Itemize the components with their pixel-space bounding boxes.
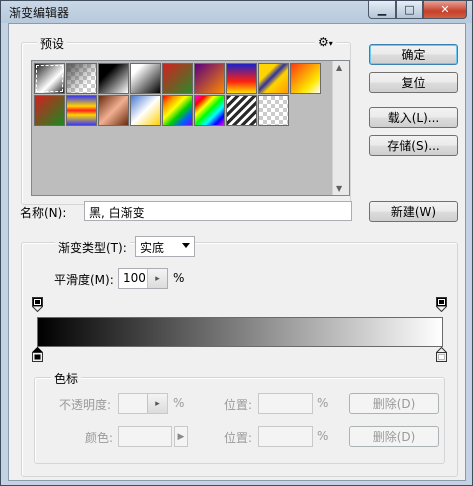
opacity-stop-left[interactable] xyxy=(32,297,43,312)
new-button[interactable]: 新建(W) xyxy=(369,201,458,222)
smoothness-input[interactable]: 100 ▸ xyxy=(118,268,168,289)
gradient-type-select[interactable]: 实底 xyxy=(135,236,195,257)
delete-opacity-stop-button[interactable]: 删除(D) xyxy=(349,393,439,414)
arrow-right-icon: ▸ xyxy=(155,273,160,284)
preset-swatch[interactable] xyxy=(194,95,225,126)
gradient-type-label: 渐变类型(T): xyxy=(55,239,130,256)
presets-scrollbar[interactable]: ▲ ▼ xyxy=(332,61,349,195)
title-bar[interactable]: 渐变编辑器 ▁ □ ✕ xyxy=(1,1,472,23)
preset-swatch[interactable] xyxy=(290,63,321,94)
preset-swatch[interactable] xyxy=(194,63,225,94)
gear-icon: ⚙ xyxy=(318,35,329,49)
opacity-unit: % xyxy=(173,396,185,410)
preset-swatch[interactable] xyxy=(130,95,161,126)
reset-button[interactable]: 复位 xyxy=(369,72,458,93)
smoothness-label: 平滑度(M): xyxy=(54,273,114,287)
menu-arrow-icon: ▾ xyxy=(328,39,333,48)
opacity-position-label: 位置: xyxy=(224,398,253,412)
presets-menu-button[interactable]: ⚙▾ xyxy=(315,35,336,49)
delete-color-stop-button[interactable]: 删除(D) xyxy=(349,426,439,447)
color-position-unit: % xyxy=(317,429,329,443)
opacity-input[interactable]: ▸ xyxy=(118,393,168,414)
preset-swatch[interactable] xyxy=(34,63,65,94)
ok-button[interactable]: 确定 xyxy=(369,44,458,65)
color-menu-button[interactable]: ▶ xyxy=(174,426,188,447)
smoothness-value: 100 xyxy=(123,271,146,285)
opacity-position-unit: % xyxy=(317,396,329,410)
scroll-down-icon[interactable]: ▼ xyxy=(336,184,342,193)
opacity-label: 不透明度: xyxy=(59,398,112,412)
load-button[interactable]: 载入(L)... xyxy=(369,107,458,128)
smoothness-unit: % xyxy=(173,271,185,285)
preset-swatch[interactable] xyxy=(66,95,97,126)
opacity-slider-button[interactable]: ▸ xyxy=(147,394,167,413)
arrow-right-icon: ▶ xyxy=(177,431,185,442)
save-button[interactable]: 存储(S)... xyxy=(369,135,458,156)
color-label: 颜色: xyxy=(85,431,114,445)
minimize-button[interactable]: ▁ xyxy=(368,1,396,19)
preset-swatch[interactable] xyxy=(162,63,193,94)
preset-swatch[interactable] xyxy=(98,95,129,126)
preset-swatch[interactable] xyxy=(258,63,289,94)
arrow-right-icon: ▸ xyxy=(155,398,160,409)
smoothness-slider-button[interactable]: ▸ xyxy=(147,269,167,288)
opacity-stop-right[interactable] xyxy=(436,297,447,312)
color-position-label: 位置: xyxy=(224,431,253,445)
stops-group-frame xyxy=(34,377,445,464)
color-swatch-field[interactable] xyxy=(118,426,172,447)
scroll-up-icon[interactable]: ▲ xyxy=(336,63,342,72)
minimize-icon: ▁ xyxy=(377,3,387,16)
name-label: 名称(N): xyxy=(20,206,67,220)
color-stop-right[interactable] xyxy=(436,347,447,362)
presets-list[interactable]: ▲ ▼ xyxy=(31,60,350,196)
preset-swatch[interactable] xyxy=(258,95,289,126)
color-stop-left[interactable] xyxy=(32,347,43,362)
presets-label: 预设 xyxy=(37,35,68,52)
maximize-button[interactable]: □ xyxy=(396,1,423,19)
preset-swatch[interactable] xyxy=(130,63,161,94)
close-button[interactable]: ✕ xyxy=(423,1,467,19)
dialog-body: 预设 ⚙▾ ▲ ▼ 确定 复位 载入(L)... 存储(S)... 名称(N):… xyxy=(8,23,466,481)
close-icon: ✕ xyxy=(440,3,450,16)
maximize-icon: □ xyxy=(404,3,415,16)
preset-swatch[interactable] xyxy=(66,63,97,94)
opacity-position-input[interactable] xyxy=(258,393,313,414)
color-position-input[interactable] xyxy=(258,426,313,447)
window-title: 渐变编辑器 xyxy=(9,6,70,20)
gradient-editor-window: 渐变编辑器 ▁ □ ✕ 预设 ⚙▾ ▲ ▼ 确定 复位 载入(L)... 存储(… xyxy=(0,0,473,486)
preset-swatch[interactable] xyxy=(98,63,129,94)
stops-group-title: 色标 xyxy=(51,370,82,387)
name-input[interactable]: 黑, 白渐变 xyxy=(84,201,352,221)
chevron-down-icon xyxy=(182,243,190,248)
preset-swatch[interactable] xyxy=(226,63,257,94)
gradient-type-value: 实底 xyxy=(140,241,165,255)
gradient-preview-bar[interactable] xyxy=(37,317,443,347)
preset-swatch[interactable] xyxy=(226,95,257,126)
preset-swatch[interactable] xyxy=(34,95,65,126)
preset-swatch[interactable] xyxy=(162,95,193,126)
